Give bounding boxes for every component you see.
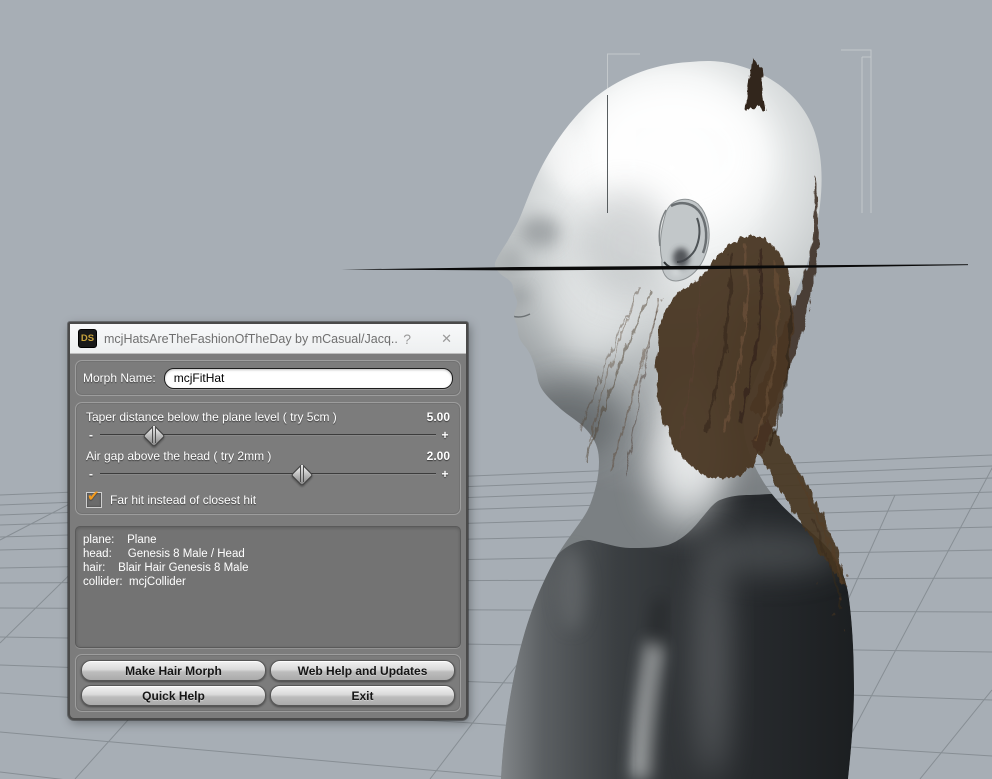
checkmark-icon: ✔ bbox=[87, 487, 100, 505]
web-help-button[interactable]: Web Help and Updates bbox=[270, 660, 455, 681]
help-icon[interactable]: ? bbox=[399, 330, 415, 348]
taper-distance-label: Taper distance below the plane level ( t… bbox=[86, 410, 337, 424]
close-icon[interactable]: ✕ bbox=[437, 330, 456, 347]
daz-studio-viewport-stage: DS mcjHatsAreTheFashionOfTheDay by mCasu… bbox=[0, 0, 992, 779]
info-line-head: head: Genesis 8 Male / Head bbox=[83, 548, 245, 560]
morph-name-input[interactable] bbox=[163, 367, 453, 389]
sliders-group: Taper distance below the plane level ( t… bbox=[75, 402, 461, 515]
info-line-hair: hair: Blair Hair Genesis 8 Male bbox=[83, 562, 249, 574]
scene-info-box: plane: Plane head: Genesis 8 Male / Head… bbox=[75, 526, 461, 648]
mcjhats-dialog: DS mcjHatsAreTheFashionOfTheDay by mCasu… bbox=[68, 322, 468, 720]
dialog-title: mcjHatsAreTheFashionOfTheDay by mCasual/… bbox=[104, 331, 400, 346]
slider-plus-button[interactable]: + bbox=[440, 428, 450, 442]
quick-help-button[interactable]: Quick Help bbox=[81, 685, 266, 706]
taper-distance-value: 5.00 bbox=[426, 410, 450, 424]
action-buttons-group: Make Hair Morph Web Help and Updates Qui… bbox=[75, 654, 461, 712]
dialog-body: Morph Name: Taper distance below the pla… bbox=[70, 354, 466, 718]
far-hit-checkbox-row: ✔ Far hit instead of closest hit bbox=[86, 488, 450, 508]
slider-plus-button[interactable]: + bbox=[440, 467, 450, 481]
morph-name-group: Morph Name: bbox=[75, 360, 461, 396]
daz-script-icon: DS bbox=[78, 329, 97, 348]
make-hair-morph-button[interactable]: Make Hair Morph bbox=[81, 660, 266, 681]
exit-button[interactable]: Exit bbox=[270, 685, 455, 706]
air-gap-value: 2.00 bbox=[426, 449, 450, 463]
info-line-plane: plane: Plane bbox=[83, 534, 157, 546]
taper-distance-slider: - + bbox=[86, 424, 450, 447]
morph-name-label: Morph Name: bbox=[83, 371, 156, 385]
slider-minus-button[interactable]: - bbox=[86, 467, 96, 481]
slider-minus-button[interactable]: - bbox=[86, 428, 96, 442]
air-gap-slider: - + bbox=[86, 463, 450, 486]
slider-track[interactable] bbox=[100, 473, 436, 475]
far-hit-checkbox-label: Far hit instead of closest hit bbox=[110, 492, 257, 507]
air-gap-label: Air gap above the head ( try 2mm ) bbox=[86, 449, 272, 463]
info-line-collider: collider: mcjCollider bbox=[83, 576, 186, 588]
dialog-titlebar[interactable]: DS mcjHatsAreTheFashionOfTheDay by mCasu… bbox=[70, 324, 466, 354]
far-hit-checkbox[interactable]: ✔ bbox=[86, 488, 102, 508]
